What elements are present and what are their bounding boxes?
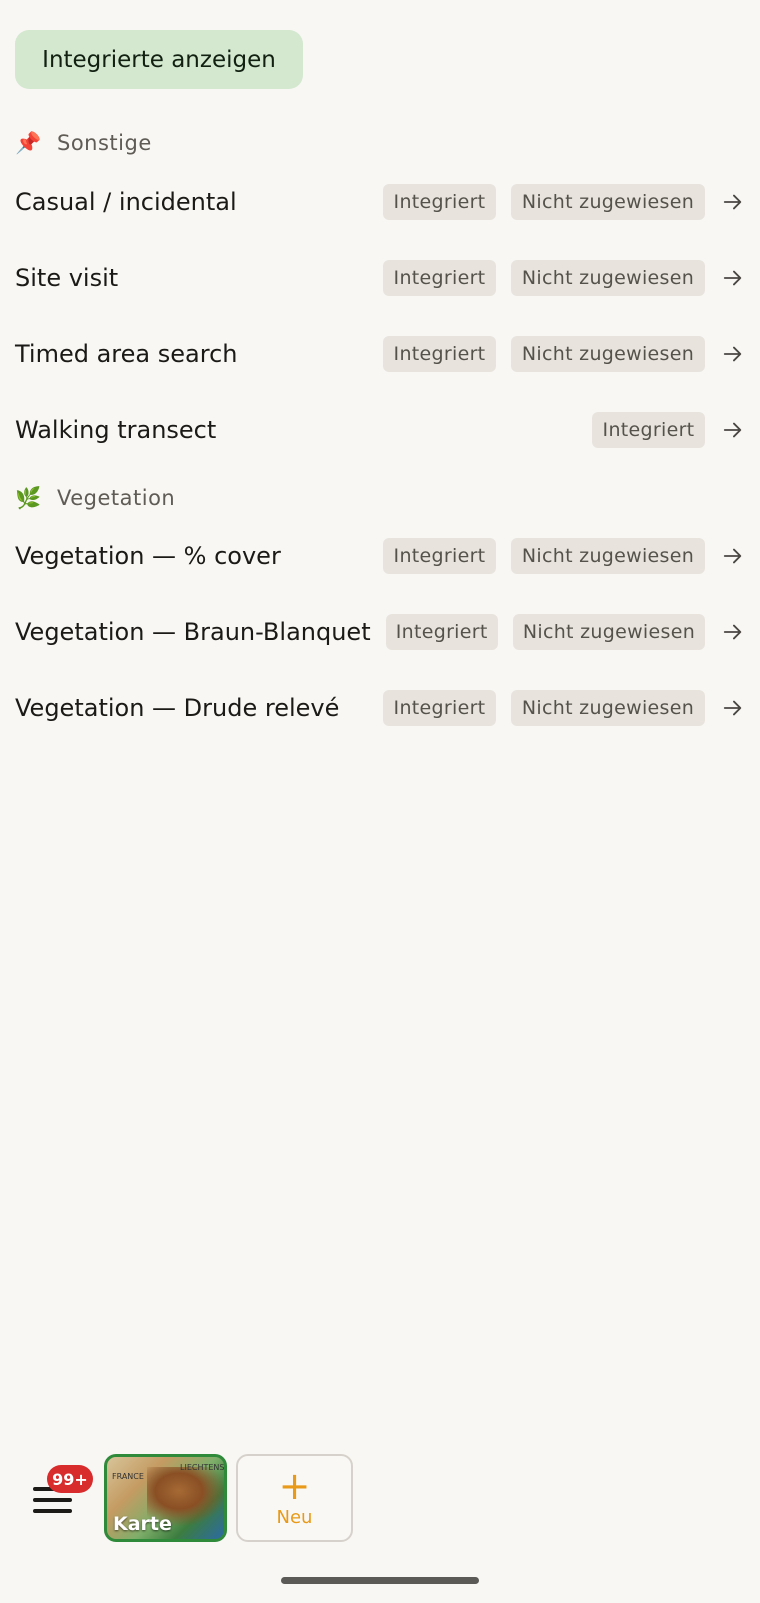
list-item-name: Casual / incidental (15, 188, 237, 216)
unassigned-chip: Nicht zugewiesen (512, 614, 706, 650)
map-button-label: Karte (113, 1513, 172, 1535)
arrow-right-icon[interactable] (721, 620, 745, 644)
unassigned-chip: Nicht zugewiesen (511, 690, 705, 726)
unassigned-chip: Nicht zugewiesen (511, 184, 705, 220)
new-button[interactable]: + Neu (236, 1454, 353, 1542)
arrow-right-icon[interactable] (721, 190, 745, 214)
list-item-site-visit[interactable]: Site visit Integriert Nicht zugewiesen (15, 248, 745, 308)
list-item-vegetation-drude-releve[interactable]: Vegetation — Drude relevé Integriert Nic… (15, 678, 745, 738)
unassigned-chip: Nicht zugewiesen (511, 538, 705, 574)
integrated-chip: Integriert (592, 412, 705, 448)
notification-badge: 99+ (47, 1465, 93, 1493)
arrow-right-icon[interactable] (721, 342, 745, 366)
section-title: Vegetation (57, 486, 176, 510)
integrated-chip: Integriert (383, 184, 496, 220)
list-item-vegetation-braun-blanquet[interactable]: Vegetation — Braun-Blanquet Integriert N… (15, 602, 745, 662)
arrow-right-icon[interactable] (721, 418, 745, 442)
list-item-name: Vegetation — Drude relevé (15, 694, 340, 722)
list-item-walking-transect[interactable]: Walking transect Integriert (15, 400, 745, 460)
new-button-label: Neu (276, 1506, 313, 1528)
herb-icon: 🌿 (15, 485, 42, 510)
section-header-vegetation: 🌿 Vegetation (15, 483, 175, 513)
list-item-timed-area-search[interactable]: Timed area search Integriert Nicht zugew… (15, 324, 745, 384)
unassigned-chip: Nicht zugewiesen (511, 260, 705, 296)
list-item-name: Walking transect (15, 416, 217, 444)
pin-icon: 📌 (15, 130, 42, 155)
unassigned-chip: Nicht zugewiesen (511, 336, 705, 372)
list-item-vegetation-cover[interactable]: Vegetation — % cover Integriert Nicht zu… (15, 526, 745, 586)
section-header-sonstige: 📌 Sonstige (15, 128, 152, 158)
show-integrated-label: Integrierte anzeigen (42, 46, 276, 73)
arrow-right-icon[interactable] (721, 266, 745, 290)
integrated-chip: Integriert (385, 614, 498, 650)
plus-icon: + (278, 1463, 311, 1508)
list-item-name: Vegetation — Braun-Blanquet (15, 618, 371, 646)
show-integrated-button[interactable]: Integrierte anzeigen (15, 30, 303, 89)
integrated-chip: Integriert (383, 260, 496, 296)
arrow-right-icon[interactable] (721, 696, 745, 720)
integrated-chip: Integriert (383, 336, 496, 372)
list-item-name: Vegetation — % cover (15, 542, 281, 570)
map-mini-label: FRANCE (112, 1472, 144, 1481)
map-button[interactable]: FRANCE LIECHTENS Karte (104, 1454, 227, 1542)
list-item-name: Timed area search (15, 340, 238, 368)
integrated-chip: Integriert (383, 690, 496, 726)
list-item-name: Site visit (15, 264, 119, 292)
bottom-bar: 99+ FRANCE LIECHTENS Karte + Neu (0, 1450, 760, 1550)
integrated-chip: Integriert (383, 538, 496, 574)
home-indicator[interactable] (281, 1577, 479, 1584)
arrow-right-icon[interactable] (721, 544, 745, 568)
section-title: Sonstige (57, 131, 152, 155)
list-item-casual-incidental[interactable]: Casual / incidental Integriert Nicht zug… (15, 172, 745, 232)
map-mini-label: LIECHTENS (180, 1463, 225, 1472)
